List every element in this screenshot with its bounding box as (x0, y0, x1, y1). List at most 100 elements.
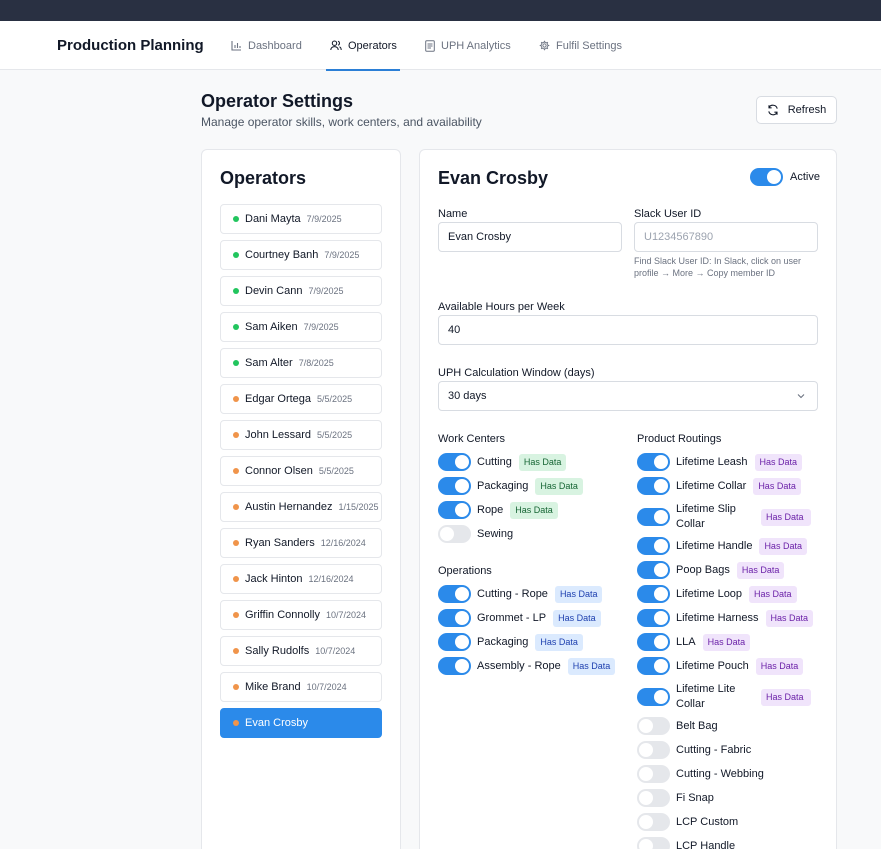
toggle-label: Belt Bag (676, 719, 718, 732)
name-field[interactable]: Evan Crosby (438, 222, 622, 252)
routings-item: Lifetime Harness Has Data (637, 609, 814, 627)
toggle-switch[interactable] (637, 657, 670, 675)
active-toggle[interactable] (750, 168, 783, 186)
operator-name: Mike Brand (245, 681, 301, 693)
operator-item[interactable]: Ryan Sanders 12/16/2024 (220, 528, 382, 558)
toggle-switch[interactable] (637, 453, 670, 471)
toggle-switch[interactable] (438, 501, 471, 519)
status-dot (233, 252, 239, 258)
toggle-switch[interactable] (438, 657, 471, 675)
operator-item[interactable]: Sam Alter 7/8/2025 (220, 348, 382, 378)
routings-item: Lifetime Loop Has Data (637, 585, 797, 603)
product-routings-label: Product Routings (637, 433, 722, 445)
operator-name: Connor Olsen (245, 465, 313, 477)
refresh-label: Refresh (787, 104, 827, 116)
operator-item[interactable]: Austin Hernandez 1/15/2025 (220, 492, 382, 522)
routings-item: Lifetime Handle Has Data (637, 537, 807, 555)
slack-id-hint: Find Slack User ID: In Slack, click on u… (634, 256, 802, 278)
toggle-label: LCP Custom (676, 815, 739, 828)
toggle-switch[interactable] (637, 477, 670, 495)
operator-item[interactable]: Dani Mayta 7/9/2025 (220, 204, 382, 234)
slack-id-field[interactable]: U1234567890 (634, 222, 818, 252)
toggle-label: Lifetime Harness (676, 611, 759, 624)
operator-name: Courtney Banh (245, 249, 319, 261)
page-subtitle: Manage operator skills, work centers, an… (201, 115, 482, 129)
operator-item[interactable]: Connor Olsen 5/5/2025 (220, 456, 382, 486)
operator-item[interactable]: Griffin Connolly 10/7/2024 (220, 600, 382, 630)
toggle-switch[interactable] (637, 688, 670, 706)
toggle-switch[interactable] (438, 525, 471, 543)
toggle-switch[interactable] (637, 765, 670, 783)
toggle-switch[interactable] (637, 813, 670, 831)
routings-item: Lifetime Collar Has Data (637, 477, 801, 495)
tab-operators[interactable]: Operators (326, 21, 400, 71)
routings-item: Lifetime Leash Has Data (637, 453, 803, 471)
operator-item[interactable]: Mike Brand 10/7/2024 (220, 672, 382, 702)
hours-field[interactable]: 40 (438, 315, 818, 345)
toggle-switch[interactable] (438, 609, 471, 627)
toggle-label: LLA (676, 635, 696, 648)
operator-item[interactable]: Evan Crosby (220, 708, 382, 738)
operator-item[interactable]: Devin Cann 7/9/2025 (220, 276, 382, 306)
operator-item[interactable]: Jack Hinton 12/16/2024 (220, 564, 382, 594)
toggle-label: Lifetime Loop (676, 587, 743, 600)
toggle-label: Lifetime Pouch (676, 659, 749, 672)
operator-detail-panel: Evan Crosby Active Name Evan Crosby Slac… (419, 149, 837, 849)
routings-item: Lifetime Pouch Has Data (637, 657, 804, 675)
toggle-switch[interactable] (637, 508, 670, 526)
refresh-button[interactable]: Refresh (756, 96, 837, 124)
routings-item: Cutting - Webbing (637, 765, 771, 783)
tab-dashboard[interactable]: Dashboard (231, 21, 302, 70)
uph-window-select[interactable]: 30 days (438, 381, 818, 411)
users-icon (330, 40, 342, 51)
uph-window-label: UPH Calculation Window (days) (438, 367, 595, 379)
toggle-switch[interactable] (438, 585, 471, 603)
toggle-switch[interactable] (637, 609, 670, 627)
toggle-switch[interactable] (637, 837, 670, 849)
uph-window-value: 30 days (448, 390, 487, 402)
routings-item: LLA Has Data (637, 633, 751, 651)
toggle-label: Lifetime Collar (676, 479, 747, 492)
tab-fulfil-settings-label: Fulfil Settings (556, 39, 623, 52)
has-data-badge: Has Data (761, 688, 811, 706)
status-dot (233, 360, 239, 366)
status-dot (233, 288, 239, 294)
operator-date: 5/5/2025 (318, 466, 354, 476)
has-data-badge: Has Data (518, 453, 567, 471)
status-dot (233, 540, 239, 546)
operator-item[interactable]: Sally Rudolfs 10/7/2024 (220, 636, 382, 666)
operator-item[interactable]: Courtney Banh 7/9/2025 (220, 240, 382, 270)
toggle-label: Assembly - Rope (477, 659, 561, 672)
operators-panel-title: Operators (220, 168, 307, 188)
toggle-label: Cutting (477, 455, 512, 468)
toggle-switch[interactable] (637, 585, 670, 603)
toggle-switch[interactable] (438, 453, 471, 471)
has-data-badge: Has Data (755, 657, 804, 675)
toggle-switch[interactable] (637, 537, 670, 555)
brand-title: Production Planning (57, 37, 204, 54)
routings-item: Fi Snap (637, 789, 721, 807)
tab-uph-analytics[interactable]: UPH Analytics (425, 21, 511, 70)
status-dot (233, 648, 239, 654)
operator-item[interactable]: Sam Aiken 7/9/2025 (220, 312, 382, 342)
toggle-label: Cutting - Rope (477, 587, 548, 600)
has-data-badge: Has Data (567, 657, 616, 675)
toggle-label: Grommet - LP (477, 611, 547, 624)
toggle-switch[interactable] (637, 789, 670, 807)
has-data-badge: Has Data (754, 453, 803, 471)
operator-item[interactable]: John Lessard 5/5/2025 (220, 420, 382, 450)
tab-fulfil-settings[interactable]: Fulfil Settings (539, 21, 622, 70)
toggle-switch[interactable] (438, 633, 471, 651)
operator-date: 7/9/2025 (306, 214, 342, 224)
operator-name: Sam Alter (245, 357, 293, 369)
operator-date: 10/7/2024 (315, 646, 356, 656)
toggle-switch[interactable] (438, 477, 471, 495)
toggle-switch[interactable] (637, 561, 670, 579)
operations-label: Operations (438, 565, 492, 577)
toggle-switch[interactable] (637, 741, 670, 759)
operations-item: Cutting - Rope Has Data (438, 585, 603, 603)
toggle-switch[interactable] (637, 633, 670, 651)
toggle-switch[interactable] (637, 717, 670, 735)
operator-item[interactable]: Edgar Ortega 5/5/2025 (220, 384, 382, 414)
toggle-label: Poop Bags (676, 563, 730, 576)
